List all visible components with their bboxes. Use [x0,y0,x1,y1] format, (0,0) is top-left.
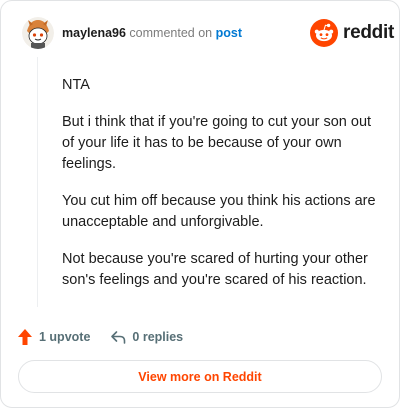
comment-embed-card: maylena96 commented on post reddit NTA B… [0,0,400,408]
comment-paragraph: Not because you're scared of hurting you… [62,251,368,288]
commented-on-text: commented on [129,26,213,40]
username-link[interactable]: maylena96 [62,26,126,40]
user-avatar[interactable] [22,17,54,49]
reddit-snoo-icon [310,19,338,47]
reply-icon [111,331,126,344]
comment-paragraph: NTA [62,77,90,93]
comment-header: maylena96 commented on post [62,26,242,40]
replies-count: 0 replies [132,330,184,344]
thread-line [37,57,38,307]
upvote-button[interactable]: 1 upvote [17,328,90,346]
comment-paragraph: You cut him off because you think his ac… [62,193,376,230]
post-link[interactable]: post [216,26,242,40]
view-more-button[interactable]: View more on Reddit [18,360,382,393]
comment-actions: 1 upvote 0 replies [17,327,183,347]
replies-button[interactable]: 0 replies [110,329,183,345]
reddit-wordmark: reddit [343,22,394,43]
comment-body: NTA But i think that if you're going to … [62,75,380,307]
reddit-logo[interactable]: reddit [310,19,394,47]
comment-paragraph: But i think that if you're going to cut … [62,114,372,172]
upvote-count: 1 upvote [39,330,91,344]
upvote-arrow-icon [18,329,32,345]
